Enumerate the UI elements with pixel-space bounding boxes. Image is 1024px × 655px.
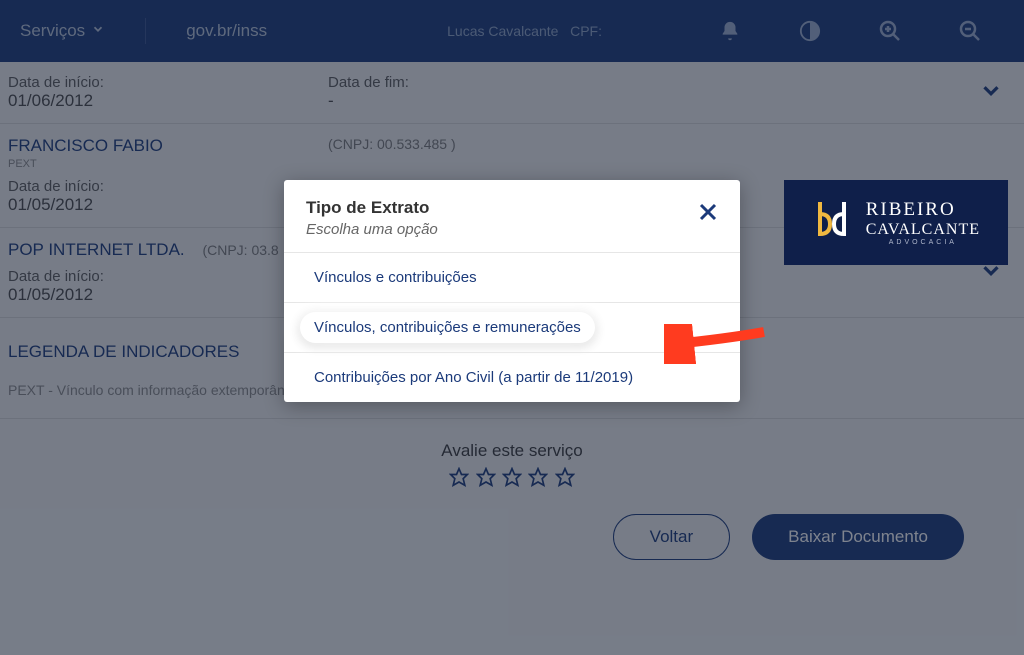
close-icon[interactable]: [696, 200, 720, 229]
modal-header: Tipo de Extrato Escolha uma opção: [284, 180, 740, 252]
modal-option-ano-civil[interactable]: Contribuições por Ano Civil (a partir de…: [284, 352, 740, 402]
modal-overlay[interactable]: Tipo de Extrato Escolha uma opção Víncul…: [0, 0, 1024, 655]
extract-type-modal: Tipo de Extrato Escolha uma opção Víncul…: [284, 180, 740, 402]
brand-line2: CAVALCANTE: [866, 221, 980, 239]
brand-badge: RIBEIRO CAVALCANTE ADVOCACIA: [784, 180, 1008, 265]
modal-title: Tipo de Extrato: [306, 198, 718, 218]
modal-option-vinculos[interactable]: Vínculos e contribuições: [284, 252, 740, 302]
modal-subtitle: Escolha uma opção: [306, 221, 718, 238]
brand-line1: RIBEIRO: [866, 199, 980, 221]
modal-option-vinculos-remuneracoes[interactable]: Vínculos, contribuições e remunerações: [284, 302, 740, 352]
brand-line3: ADVOCACIA: [866, 239, 980, 246]
brand-text: RIBEIRO CAVALCANTE ADVOCACIA: [866, 199, 980, 246]
highlighted-option-label: Vínculos, contribuições e remunerações: [300, 312, 595, 343]
brand-logo-icon: [812, 198, 852, 247]
